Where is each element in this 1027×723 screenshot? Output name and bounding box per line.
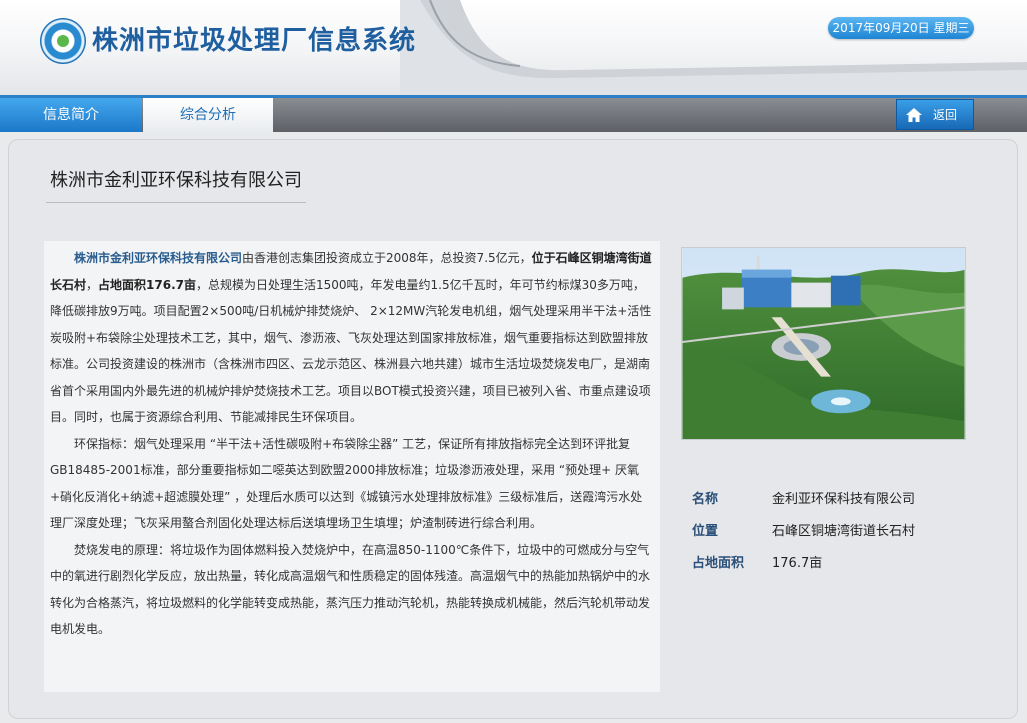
app-header: 株洲市垃圾处理厂信息系统 2017年09月20日 星期三 [0, 0, 1027, 95]
info-value: 176.7亩 [772, 556, 823, 571]
plant-aerial-photo [681, 247, 966, 440]
home-icon [906, 108, 922, 122]
title-divider [46, 202, 306, 203]
main-nav: 信息简介 综合分析 返回 [0, 95, 1027, 132]
description-text: ， [86, 277, 99, 292]
company-description: 株洲市金利亚环保科技有限公司由香港创志集团投资成立于2008年，总投资7.5亿元… [44, 241, 660, 692]
date-badge: 2017年09月20日 星期三 [828, 17, 974, 39]
description-paragraph: 株洲市金利亚环保科技有限公司由香港创志集团投资成立于2008年，总投资7.5亿元… [50, 245, 652, 431]
area-highlight: 占地面积176.7亩 [98, 277, 196, 292]
incineration-principle-paragraph: 焚烧发电的原理：将垃圾作为固体燃料投入焚烧炉中，在高温850-1100℃条件下，… [50, 542, 651, 637]
recycle-logo-icon [40, 18, 86, 64]
description-text: 由香港创志集团投资成立于2008年，总投资7.5亿元， [242, 251, 532, 265]
back-button[interactable]: 返回 [896, 99, 974, 130]
info-row-name: 名称 金利亚环保科技有限公司 [692, 488, 992, 508]
back-button-label: 返回 [933, 108, 958, 122]
tab-comprehensive-analysis[interactable]: 综合分析 [143, 98, 273, 132]
header-swoosh-decoration [400, 0, 1027, 95]
company-title: 株洲市金利亚环保科技有限公司 [50, 170, 302, 191]
info-label: 占地面积 [692, 556, 745, 571]
info-row-location: 位置 石峰区铜塘湾街道长石村 [692, 520, 992, 540]
app-title: 株洲市垃圾处理厂信息系统 [92, 26, 417, 56]
company-name-highlight: 株洲市金利亚环保科技有限公司 [74, 251, 243, 265]
tab-info-intro[interactable]: 信息简介 [0, 98, 142, 132]
info-value: 石峰区铜塘湾街道长石村 [772, 524, 916, 539]
description-text: ，总规模为日处理生活1500吨，年发电量约1.5亿千瓦时，年可节约标煤30多万吨… [50, 277, 652, 425]
environmental-indicators-paragraph: 环保指标：烟气处理采用 “半干法+活性碳吸附+布袋除尘器” 工艺，保证所有排放指… [50, 436, 643, 531]
info-value: 金利亚环保科技有限公司 [772, 492, 916, 507]
info-label: 名称 [692, 492, 719, 507]
info-row-area: 占地面积 176.7亩 [692, 552, 992, 572]
info-label: 位置 [692, 524, 719, 539]
